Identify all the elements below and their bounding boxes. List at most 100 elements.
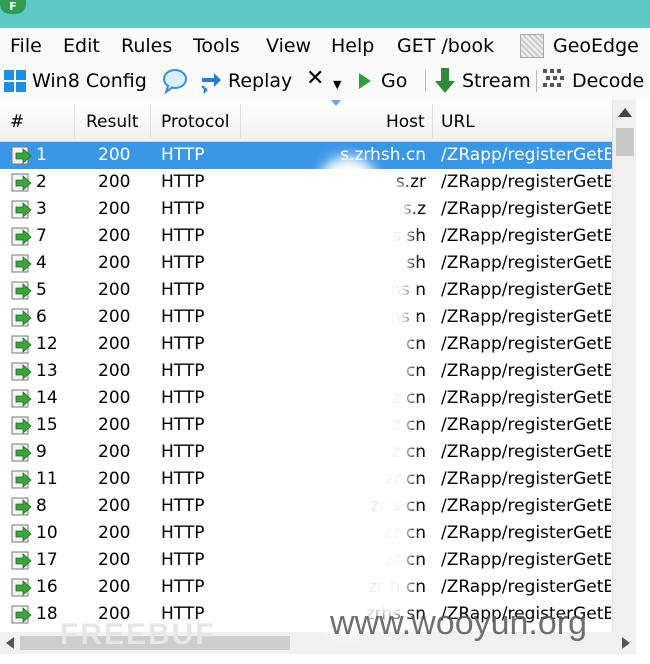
vertical-scrollbar[interactable] (612, 100, 636, 632)
session-url: /ZRapp/registerGetBo (441, 550, 611, 570)
column-divider[interactable] (150, 104, 151, 138)
column-header-result[interactable]: Result (86, 100, 139, 142)
column-header-number[interactable]: # (10, 100, 24, 142)
session-response-icon (11, 146, 32, 165)
scroll-left-arrow-icon[interactable] (6, 637, 14, 649)
host-redaction-overlay (318, 156, 378, 636)
stream-icon (435, 68, 455, 93)
session-url: /ZRapp/registerGetBo (441, 577, 611, 597)
session-protocol: HTTP (161, 172, 205, 192)
session-protocol: HTTP (161, 334, 205, 354)
column-divider[interactable] (74, 104, 75, 138)
session-number: 7 (36, 226, 47, 246)
session-result: 200 (98, 577, 131, 597)
session-number: 4 (36, 253, 47, 273)
session-number: 12 (36, 334, 58, 354)
web-sessions-list: # Result Protocol Host URL 1 200 HTTP s.zrh… (0, 100, 650, 664)
session-number: 17 (36, 550, 58, 570)
table-row[interactable]: 12 200 HTTP cn/ZRapp/registerGetBo (0, 331, 612, 358)
table-row[interactable]: 1 200 HTTP s.zrhsh.cn/ZRapp/registerGetBo (0, 142, 612, 169)
table-row[interactable]: 3 200 HTTP s.z/ZRapp/registerGetBo (0, 196, 612, 223)
menu-help[interactable]: Help (331, 33, 374, 59)
menu-get-book[interactable]: GET /book (397, 33, 494, 59)
session-url: /ZRapp/registerGetBo (441, 442, 611, 462)
session-url: /ZRapp/registerGetBo (441, 172, 611, 192)
menu-view[interactable]: View (266, 33, 311, 59)
table-row[interactable]: 15200HTTPz cn/ZRapp/registerGetBo (0, 412, 612, 439)
session-url: /ZRapp/registerGetBo (441, 469, 611, 489)
comment-icon[interactable] (162, 68, 188, 94)
session-number: 6 (36, 307, 47, 327)
session-result: 200 (98, 334, 131, 354)
win8-config-button[interactable]: Win8 Config (32, 68, 147, 94)
table-row[interactable]: 4 200 HTTP sh/ZRapp/registerGetBo (0, 250, 612, 277)
watermark-faint: FREEBUF (60, 618, 216, 651)
session-url: /ZRapp/registerGetBo (441, 415, 611, 435)
session-response-icon (11, 308, 32, 327)
decode-button[interactable]: Decode (572, 68, 644, 94)
column-divider[interactable] (432, 104, 433, 138)
session-result: 200 (98, 307, 131, 327)
menu-edit[interactable]: Edit (63, 33, 100, 59)
table-row[interactable]: 8200HTTPzr s cn/ZRapp/registerGetBo (0, 493, 612, 520)
menu-bar: File Edit Rules Tools View Help GET /boo… (0, 30, 650, 62)
session-result: 200 (98, 415, 131, 435)
table-row[interactable]: 2 200 HTTP s.zr/ZRapp/registerGetBo (0, 169, 612, 196)
table-row[interactable]: 10200HTTPzr cn/ZRapp/registerGetBo (0, 520, 612, 547)
session-url: /ZRapp/registerGetBo (441, 145, 611, 165)
table-row[interactable]: 16200HTTPzr h cn/ZRapp/registerGetBo (0, 574, 612, 601)
table-row[interactable]: 11200HTTPzr cn/ZRapp/registerGetBo (0, 466, 612, 493)
session-number: 15 (36, 415, 58, 435)
session-response-icon (11, 200, 32, 219)
session-url: /ZRapp/registerGetBo (441, 523, 611, 543)
column-header-host[interactable]: Host (386, 100, 425, 142)
session-response-icon (11, 578, 32, 597)
menu-rules[interactable]: Rules (121, 33, 172, 59)
table-row[interactable]: 14200HTTPz cn/ZRapp/registerGetBo (0, 385, 612, 412)
decode-icon (543, 69, 564, 87)
session-response-icon (11, 524, 32, 543)
column-header-url[interactable]: URL (441, 100, 475, 142)
table-row[interactable]: 17200HTTPzr cn/ZRapp/registerGetBo (0, 547, 612, 574)
session-url: /ZRapp/registerGetBo (441, 361, 611, 381)
scroll-up-arrow-icon[interactable] (618, 108, 632, 117)
menu-file[interactable]: File (10, 33, 42, 59)
stream-button[interactable]: Stream (462, 68, 531, 94)
session-response-icon (11, 227, 32, 246)
replay-button[interactable]: Replay (228, 68, 292, 94)
table-row[interactable]: 13 200 HTTP cn/ZRapp/registerGetBo (0, 358, 612, 385)
table-row[interactable]: 6200HTTPns n/ZRapp/registerGetBo (0, 304, 612, 331)
title-bar: F (0, 0, 650, 28)
table-row[interactable]: 9200HTTPz cn/ZRapp/registerGetBo (0, 439, 612, 466)
session-number: 5 (36, 280, 47, 300)
play-icon (359, 73, 371, 89)
go-button[interactable]: Go (381, 68, 407, 94)
remove-dropdown-chevron-icon[interactable]: ▼ (333, 72, 341, 98)
session-url: /ZRapp/registerGetBo (441, 334, 611, 354)
session-protocol: HTTP (161, 523, 205, 543)
session-response-icon (11, 389, 32, 408)
geoedge-icon[interactable] (520, 34, 544, 58)
watermark: www.wooyun.org (330, 604, 588, 642)
remove-icon[interactable]: ✕ (306, 66, 324, 92)
session-result: 200 (98, 469, 131, 489)
session-result: 200 (98, 226, 131, 246)
session-protocol: HTTP (161, 388, 205, 408)
vertical-scroll-thumb[interactable] (616, 128, 634, 156)
session-result: 200 (98, 199, 131, 219)
host-redaction-overlay (370, 180, 410, 620)
session-result: 200 (98, 388, 131, 408)
table-row[interactable]: 5200HTTPns n/ZRapp/registerGetBo (0, 277, 612, 304)
session-url: /ZRapp/registerGetBo (441, 226, 611, 246)
column-divider[interactable] (240, 104, 241, 138)
session-protocol: HTTP (161, 577, 205, 597)
session-number: 11 (36, 469, 58, 489)
column-header-protocol[interactable]: Protocol (161, 100, 230, 142)
table-row[interactable]: 7200HTTPs sh/ZRapp/registerGetBo (0, 223, 612, 250)
menu-geoedge[interactable]: GeoEdge (553, 33, 639, 59)
menu-tools[interactable]: Tools (193, 33, 240, 59)
toolbar-separator (536, 70, 537, 92)
replay-icon (201, 73, 221, 94)
scroll-right-arrow-icon[interactable] (622, 637, 630, 649)
session-protocol: HTTP (161, 280, 205, 300)
